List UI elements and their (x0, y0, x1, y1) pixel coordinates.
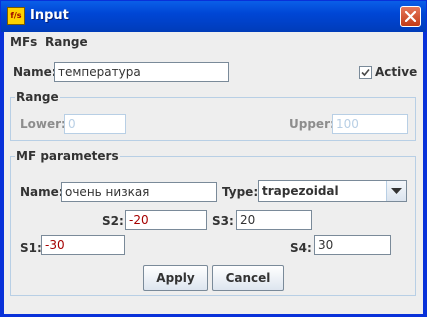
checkmark-icon (361, 68, 370, 77)
s2-label: S2: (102, 214, 124, 228)
s4-label: S4: (290, 241, 312, 255)
title-bar[interactable]: f/s Input (1, 1, 426, 32)
mf-group-title: MF parameters (15, 149, 120, 163)
menu-range[interactable]: Range (45, 35, 88, 49)
s3-label: S3: (212, 214, 234, 228)
active-checkbox[interactable] (359, 66, 372, 79)
s1-input[interactable]: -30 (41, 235, 125, 255)
s3-input[interactable]: 20 (236, 210, 312, 230)
s4-input[interactable]: 30 (314, 235, 391, 255)
close-icon (405, 11, 416, 22)
lower-input[interactable]: 0 (64, 114, 126, 134)
close-button[interactable] (400, 6, 421, 27)
app-icon: f/s (7, 7, 25, 25)
window-title: Input (30, 8, 69, 23)
menu-bar: MFs Range (4, 32, 423, 52)
active-label: Active (375, 65, 418, 79)
name-input[interactable]: температура (54, 62, 229, 82)
input-window: f/s Input MFs Range Name: температура Ac… (0, 0, 427, 317)
dialog-body: MFs Range Name: температура Active Range… (4, 32, 423, 314)
chevron-down-icon (391, 188, 402, 194)
type-select-value: trapezoidal (262, 184, 339, 198)
name-label: Name: (13, 65, 57, 79)
mf-name-label: Name: (20, 185, 64, 199)
dropdown-button[interactable] (386, 181, 406, 201)
type-select[interactable]: trapezoidal (258, 180, 407, 202)
apply-button[interactable]: Apply (143, 265, 208, 291)
menu-mfs[interactable]: MFs (10, 35, 37, 49)
s2-input[interactable]: -20 (125, 210, 207, 230)
mf-name-input[interactable]: очень низкая (61, 182, 217, 202)
upper-label: Upper: (289, 117, 335, 131)
s1-label: S1: (20, 241, 42, 255)
cancel-button[interactable]: Cancel (212, 265, 284, 291)
lower-label: Lower: (20, 117, 66, 131)
type-label: Type: (222, 185, 259, 199)
upper-input[interactable]: 100 (332, 114, 408, 134)
range-group-title: Range (15, 90, 60, 104)
